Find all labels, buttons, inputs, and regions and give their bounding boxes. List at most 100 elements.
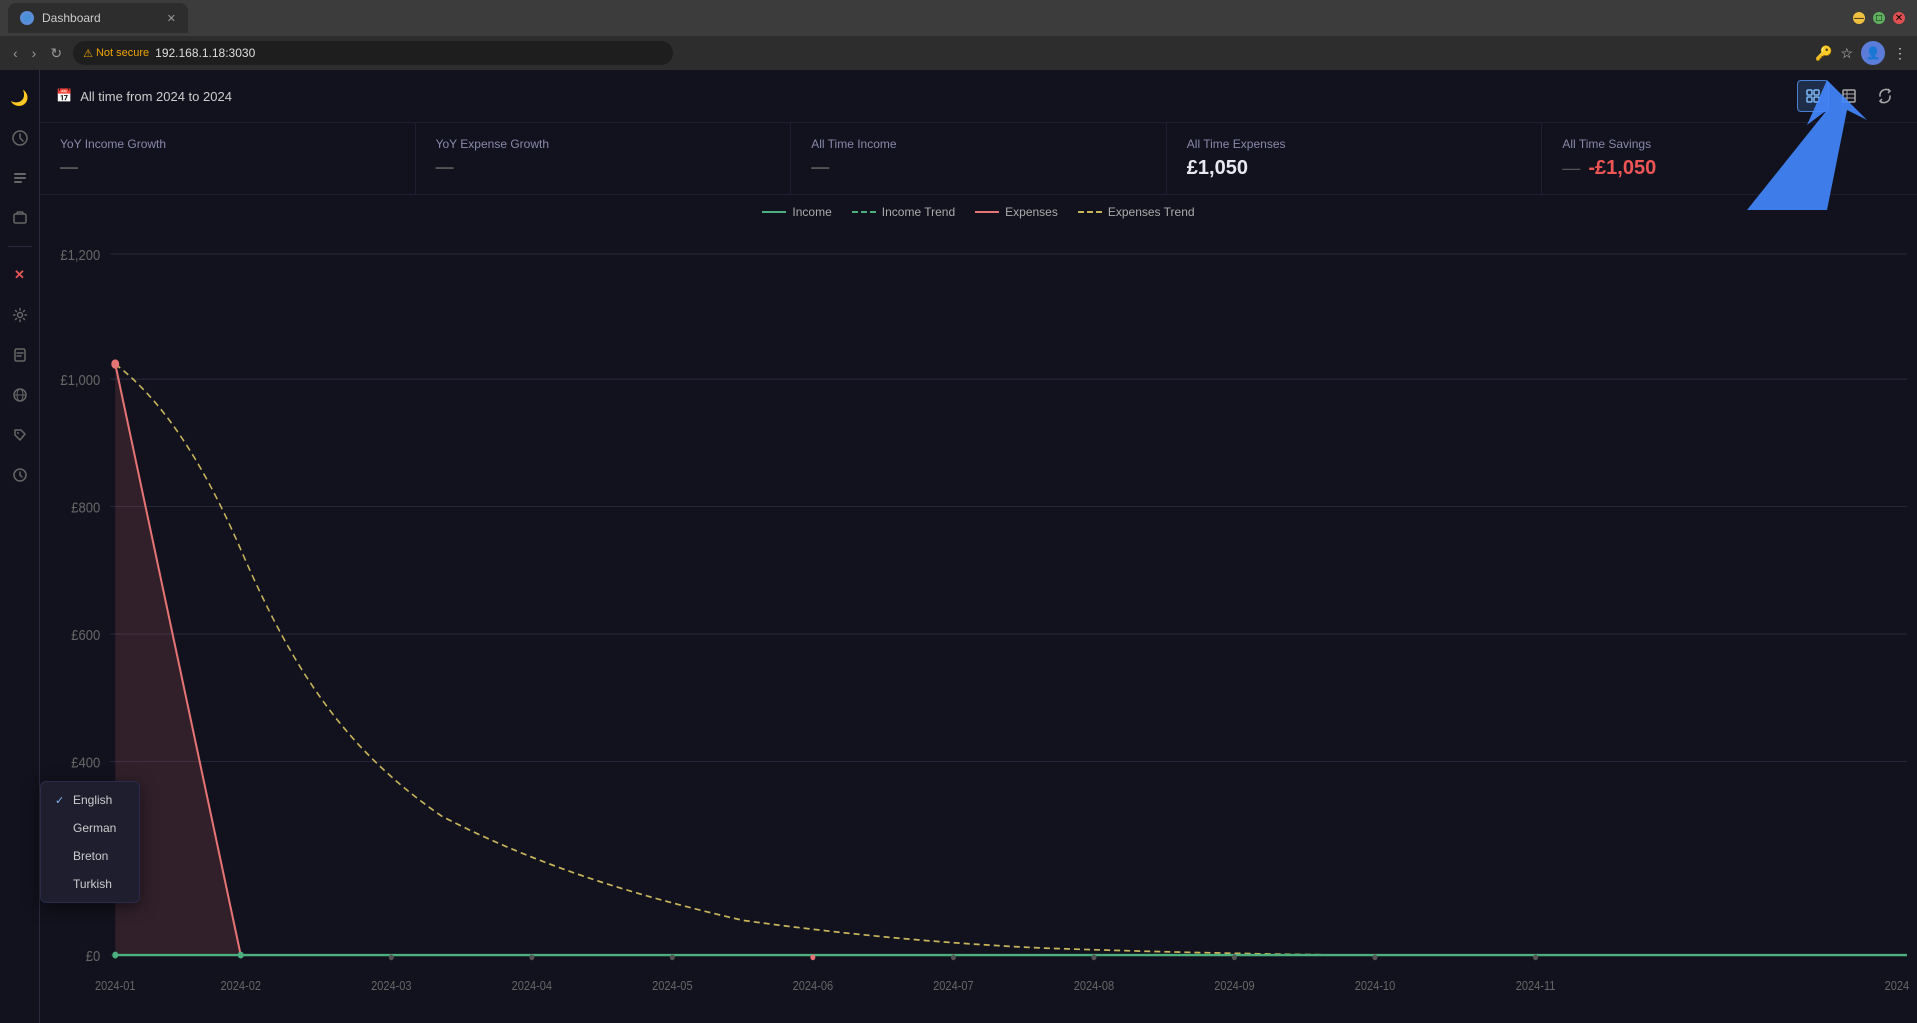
reload-button[interactable]: ↻ [47, 42, 65, 65]
y-label-0: £0 [86, 947, 101, 964]
legend-label-expenses-trend: Expenses Trend [1108, 205, 1195, 219]
x-label-may: 2024-05 [652, 978, 693, 993]
x-tick-jul [951, 954, 956, 960]
main-chart: £1,200 £1,000 £800 £600 £400 £0 [40, 225, 1917, 1013]
header-actions [1797, 80, 1901, 112]
sidebar-item-dashboard[interactable] [4, 122, 36, 154]
stat-savings-dash: — [1562, 158, 1580, 179]
legend-income-trend: Income Trend [852, 205, 955, 219]
refresh-button[interactable] [1869, 80, 1901, 112]
moon-icon: 🌙 [10, 89, 29, 107]
legend-line-income [762, 211, 786, 213]
tag-icon [12, 427, 28, 443]
y-label-800: £800 [71, 498, 100, 515]
x-label-oct: 2024-10 [1355, 978, 1396, 993]
back-button[interactable]: ‹ [10, 42, 21, 64]
refresh-icon [1877, 88, 1893, 104]
legend-label-income-trend: Income Trend [882, 205, 955, 219]
language-english-label: English [73, 793, 112, 807]
stat-value-yoy-income: — [60, 157, 395, 178]
language-german-label: German [73, 821, 116, 835]
sidebar-item-accounts[interactable] [4, 202, 36, 234]
stat-card-all-expenses: All Time Expenses £1,050 [1167, 123, 1543, 194]
transactions-icon [12, 170, 28, 186]
maximize-button[interactable]: □ [1873, 12, 1885, 24]
grid-icon [1805, 88, 1821, 104]
x-tick-nov [1533, 954, 1538, 960]
tab-close-button[interactable]: ✕ [167, 12, 176, 25]
stat-card-all-savings: All Time Savings — -£1,050 [1542, 123, 1917, 194]
calendar-icon: 📅 [56, 88, 72, 104]
not-secure-indicator: ⚠ Not secure [83, 47, 149, 60]
address-bar[interactable]: ⚠ Not secure 192.168.1.18:3030 [73, 41, 673, 65]
sidebar-item-tag[interactable] [4, 419, 36, 451]
settings-icon [12, 307, 28, 323]
x-label-apr: 2024-04 [512, 978, 553, 993]
income-dot-jan [112, 952, 118, 959]
legend-label-income: Income [792, 205, 831, 219]
x-label-jan: 2024-01 [95, 978, 136, 993]
expense-dot-jan [111, 359, 119, 368]
x-label-feb: 2024-02 [221, 978, 262, 993]
table-view-button[interactable] [1833, 80, 1865, 112]
x-label-mar: 2024-03 [371, 978, 412, 993]
sidebar-item-close[interactable]: ✕ [4, 259, 36, 291]
sidebar-item-clock[interactable] [4, 459, 36, 491]
x-tick-mar [389, 954, 394, 960]
language-english[interactable]: ✓ English [41, 786, 139, 814]
sidebar-item-transactions[interactable] [4, 162, 36, 194]
language-breton-label: Breton [73, 849, 108, 863]
x-tick-may [670, 954, 675, 960]
x-label-nov: 2024-11 [1516, 978, 1556, 993]
chart-legend: Income Income Trend Expenses Expenses Tr… [40, 195, 1917, 225]
expenses-trend-line [115, 364, 1907, 955]
stat-value-all-expenses: £1,050 [1187, 157, 1522, 180]
x-tick-aug [1091, 954, 1096, 960]
stat-value-all-savings: -£1,050 [1588, 157, 1656, 180]
date-range: 📅 All time from 2024 to 2024 [56, 88, 232, 104]
x-tick-apr [529, 954, 534, 960]
y-label-1000: £1,000 [60, 371, 100, 388]
y-label-1200: £1,200 [60, 246, 100, 263]
accounts-icon [12, 210, 28, 226]
check-icon: ✓ [55, 794, 67, 807]
sidebar-item-globe[interactable] [4, 379, 36, 411]
forward-button[interactable]: › [29, 42, 40, 64]
x-label-dec: 2024 [1885, 978, 1910, 993]
x-tick-sep [1232, 954, 1237, 960]
sidebar-item-theme[interactable]: 🌙 [4, 82, 36, 114]
language-breton[interactable]: Breton [41, 842, 139, 870]
sidebar-item-settings[interactable] [4, 299, 36, 331]
stat-value-all-income: — [811, 157, 1146, 178]
date-range-text: All time from 2024 to 2024 [80, 89, 232, 104]
sidebar-item-reports[interactable] [4, 339, 36, 371]
grid-view-button[interactable] [1797, 80, 1829, 112]
legend-expenses-trend: Expenses Trend [1078, 205, 1195, 219]
stats-row: YoY Income Growth — YoY Expense Growth —… [40, 123, 1917, 195]
password-icon[interactable]: 🔑 [1815, 45, 1832, 62]
bookmark-icon[interactable]: ☆ [1840, 45, 1853, 62]
globe-icon [12, 387, 28, 403]
minimize-button[interactable]: — [1853, 12, 1865, 24]
extensions-icon[interactable]: ⋮ [1893, 45, 1907, 62]
language-turkish[interactable]: Turkish [41, 870, 139, 898]
sidebar: 🌙 ✕ [0, 70, 40, 1023]
x-tick-jun [810, 954, 815, 960]
close-window-button[interactable]: ✕ [1893, 12, 1905, 24]
url-text: 192.168.1.18:3030 [155, 46, 255, 60]
legend-line-expenses-trend [1078, 211, 1102, 213]
stat-label-yoy-income: YoY Income Growth [60, 137, 395, 151]
stat-card-all-income: All Time Income — [791, 123, 1167, 194]
x-label-jun: 2024-06 [793, 978, 834, 993]
stat-card-yoy-income: YoY Income Growth — [40, 123, 416, 194]
profile-icon[interactable]: 👤 [1861, 41, 1885, 65]
legend-label-expenses: Expenses [1005, 205, 1058, 219]
language-turkish-label: Turkish [73, 877, 112, 891]
warning-icon: ⚠ [83, 47, 93, 60]
legend-line-income-trend [852, 211, 876, 213]
browser-tab[interactable]: Dashboard ✕ [8, 3, 188, 33]
stat-value-yoy-expense: — [436, 157, 771, 178]
language-german[interactable]: German [41, 814, 139, 842]
income-dot-feb [238, 952, 244, 959]
y-label-600: £600 [71, 626, 100, 643]
